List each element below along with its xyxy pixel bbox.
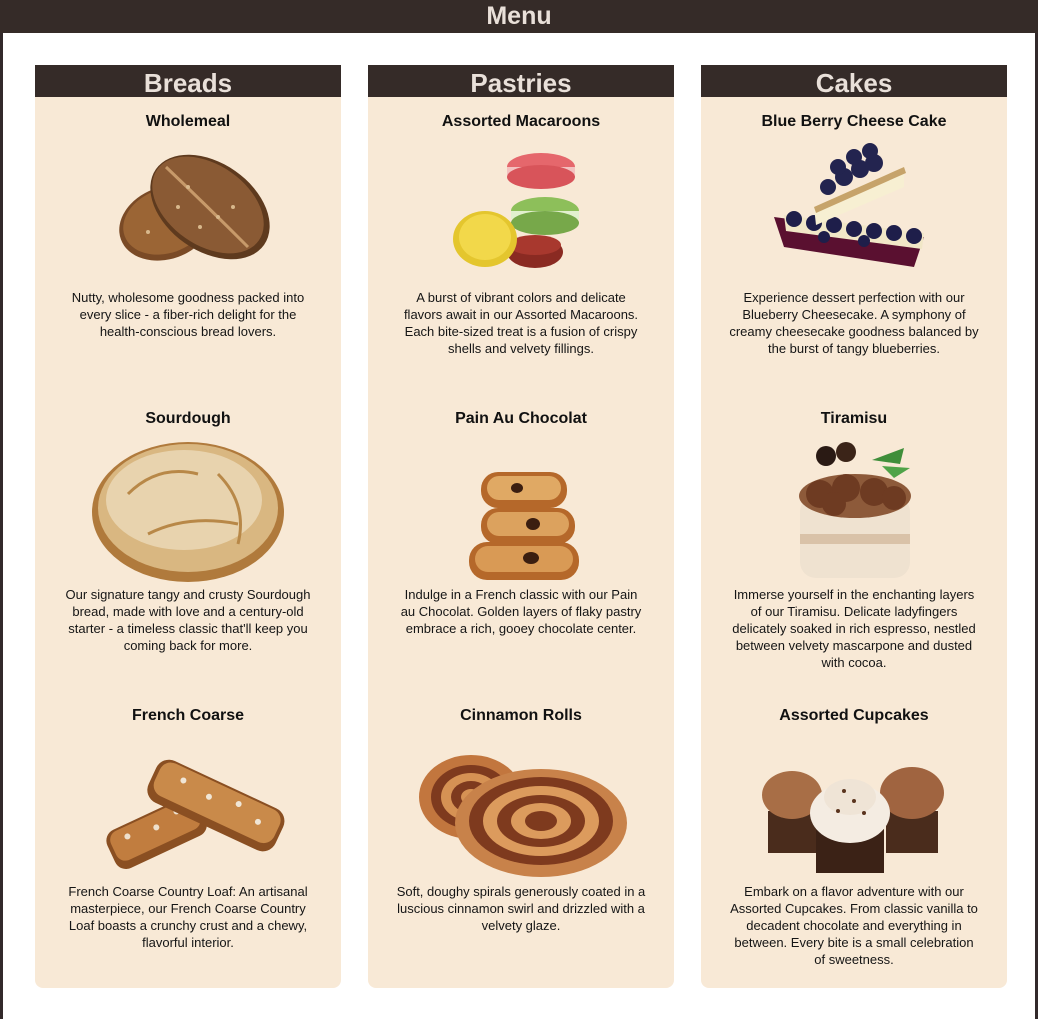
- blueberry-cheesecake-icon: [701, 137, 1007, 287]
- macaroons-icon: [368, 137, 674, 287]
- column-title: Pastries: [368, 65, 674, 98]
- item-description: Nutty, wholesome goodness packed into ev…: [71, 290, 305, 339]
- item-name: Assorted Cupcakes: [779, 707, 929, 724]
- item-description: Experience dessert perfection with our B…: [729, 290, 979, 356]
- column-breads: Breads Wholemeal Nutty, wholesome goodne…: [35, 65, 341, 988]
- menu-item[interactable]: Assorted Macaroons A burst of vibrant co…: [368, 111, 674, 357]
- column-pastries: Pastries Assorted Macaroons A burst of v: [368, 65, 674, 988]
- menu-item[interactable]: French Coarse French Coarse Country Loaf: [35, 705, 341, 951]
- menu-item[interactable]: Blue Berry Cheese Cake Experience desser…: [701, 111, 1007, 357]
- menu-item[interactable]: Cinnamon Rolls Soft, doughy spirals gene…: [368, 705, 674, 934]
- item-name: Assorted Macaroons: [441, 113, 601, 130]
- item-description: Immerse yourself in the enchanting layer…: [732, 587, 976, 670]
- menu-item[interactable]: Wholemeal Nutty, wholesome goodness pack…: [35, 111, 341, 340]
- tiramisu-icon: [701, 434, 1007, 584]
- menu-item[interactable]: Tiramisu Immerse yourself in the enchant…: [701, 408, 1007, 671]
- page-title: Menu: [486, 2, 552, 30]
- item-description: Indulge in a French classic with our Pai…: [400, 587, 642, 636]
- item-name: Tiramisu: [820, 410, 888, 427]
- sourdough-bread-icon: [35, 434, 341, 584]
- pain-au-chocolat-icon: [368, 434, 674, 584]
- item-description: Soft, doughy spirals generously coated i…: [396, 884, 646, 933]
- menu-item[interactable]: Assorted Cupcakes Embark on a flavor adv…: [701, 705, 1007, 968]
- item-description: Our signature tangy and crusty Sourdough…: [65, 587, 311, 653]
- item-name: Cinnamon Rolls: [460, 707, 582, 724]
- item-name: French Coarse: [131, 707, 245, 724]
- item-name: Pain Au Chocolat: [455, 410, 587, 427]
- wholemeal-bread-icon: [35, 137, 341, 287]
- menu-item[interactable]: Sourdough Our signature tangy and crusty…: [35, 408, 341, 654]
- cupcakes-icon: [701, 731, 1007, 881]
- item-name: Sourdough: [145, 410, 231, 427]
- menu-header: Menu: [0, 0, 1038, 33]
- item-description: French Coarse Country Loaf: An artisanal…: [68, 884, 308, 950]
- column-title: Breads: [35, 65, 341, 98]
- menu-item[interactable]: Pain Au Chocolat Indulge in a French cla…: [368, 408, 674, 637]
- column-title: Cakes: [701, 65, 1007, 98]
- item-name: Wholemeal: [145, 113, 231, 130]
- item-description: Embark on a flavor adventure with our As…: [730, 884, 978, 967]
- item-description: A burst of vibrant colors and delicate f…: [403, 290, 639, 356]
- cinnamon-rolls-icon: [368, 731, 674, 881]
- item-name: Blue Berry Cheese Cake: [761, 113, 947, 130]
- column-cakes: Cakes Blue Berry Cheese Cake Experience …: [701, 65, 1007, 988]
- french-loaf-icon: [35, 731, 341, 881]
